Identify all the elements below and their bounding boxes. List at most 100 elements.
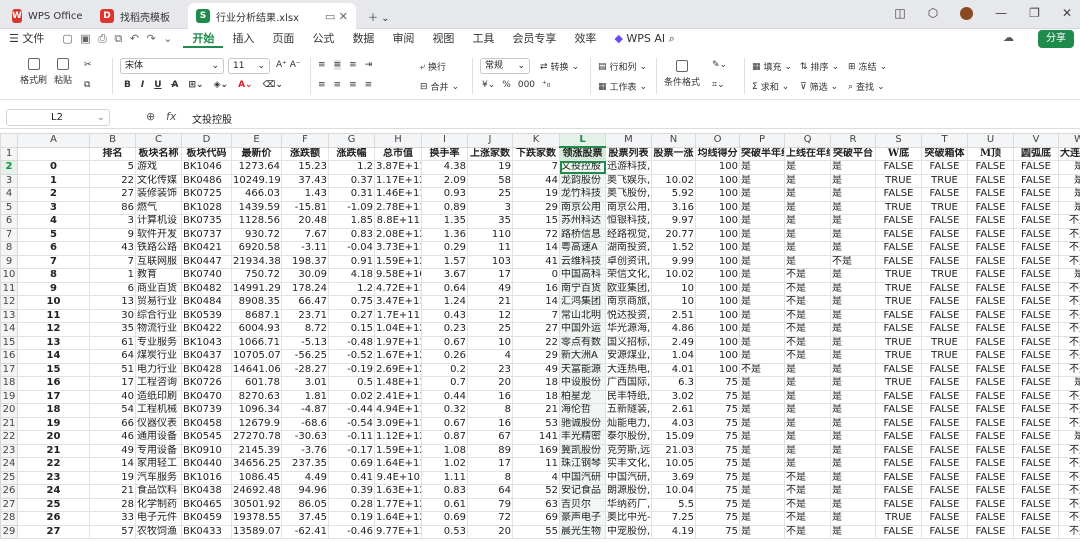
menu-efficiency[interactable]: 效率 [565, 29, 605, 48]
table-cell[interactable]: 466.03 [231, 187, 282, 202]
table-cell[interactable]: 南京公用, [605, 200, 652, 215]
table-cell[interactable]: 不是 [1058, 308, 1080, 323]
number-format-group[interactable]: ¥⌄% 000 ⁺₀ [482, 80, 550, 90]
table-cell[interactable]: 1439.59 [231, 200, 282, 215]
cell-icon[interactable]: ⌗⌄ [712, 80, 725, 90]
table-cell[interactable]: 3.09E+11 [374, 416, 422, 431]
table-cell[interactable]: 0.64 [421, 281, 468, 296]
filter-button[interactable]: ⊽ 筛选 ⌄ [800, 80, 838, 94]
table-cell[interactable]: 79 [467, 497, 513, 512]
table-cell[interactable]: 3.73E+11 [374, 241, 422, 256]
table-cell[interactable]: FALSE [875, 362, 922, 377]
table-cell[interactable]: 泰尔股份, [605, 430, 652, 445]
table-cell[interactable]: 72 [512, 227, 560, 242]
table-cell[interactable]: TRUE [875, 173, 922, 188]
table-header-cell[interactable]: 换手率 [421, 146, 468, 161]
table-cell[interactable]: 2.51 [651, 308, 696, 323]
table-cell[interactable]: 是 [784, 443, 831, 458]
table-cell[interactable]: FALSE [875, 227, 922, 242]
table-cell[interactable]: 52 [512, 484, 560, 499]
table-cell[interactable]: 3.16 [651, 200, 696, 215]
table-cell[interactable]: 100 [695, 362, 740, 377]
table-cell[interactable]: 4 [467, 349, 513, 364]
table-cell[interactable]: 25 [17, 497, 90, 512]
table-cell[interactable]: 不是 [830, 254, 876, 269]
table-cell[interactable]: BK0440 [181, 457, 232, 472]
table-cell[interactable]: 0.83 [421, 484, 468, 499]
table-cell[interactable]: 25 [467, 322, 513, 337]
table-cell[interactable]: 驰诚股份 [559, 416, 606, 431]
table-cell[interactable]: 1.12E+12 [374, 430, 422, 445]
table-cell[interactable]: TRUE [875, 376, 922, 391]
table-cell[interactable]: 1.97E+11 [374, 335, 422, 350]
table-cell[interactable]: BK0459 [181, 511, 232, 526]
table-cell[interactable]: 0.67 [421, 416, 468, 431]
table-cell[interactable]: 7 [512, 160, 560, 175]
table-cell[interactable]: 67 [467, 430, 513, 445]
table-cell[interactable]: 奥飞股份, [605, 187, 652, 202]
table-cell[interactable]: 16 [467, 389, 513, 404]
table-cell[interactable]: 是 [784, 389, 831, 404]
row-header[interactable]: 15 [0, 335, 18, 350]
table-cell[interactable]: 吉贝尔 [559, 497, 606, 512]
table-cell[interactable]: 0.2 [421, 362, 468, 377]
table-cell[interactable]: 0.87 [421, 430, 468, 445]
table-header-cell[interactable]: 上涨家数 [467, 146, 513, 161]
table-cell[interactable]: 9.58E+10 [374, 268, 422, 283]
table-cell[interactable]: 9 [17, 281, 90, 296]
table-cell[interactable]: TRUE [875, 349, 922, 364]
table-cell[interactable]: 22 [512, 335, 560, 350]
table-cell[interactable]: 是 [739, 160, 785, 175]
table-cell[interactable]: 54 [89, 403, 136, 418]
table-header-cell[interactable]: 股票列表 [605, 146, 652, 161]
table-cell[interactable]: BK0735 [181, 214, 232, 229]
table-header-cell[interactable]: 圆弧底 [1013, 146, 1059, 161]
minimize-icon[interactable]: — [995, 6, 1007, 20]
table-cell[interactable]: 14 [89, 457, 136, 472]
table-cell[interactable]: BK0422 [181, 322, 232, 337]
table-cell[interactable]: 4.86 [651, 322, 696, 337]
menu-tools[interactable]: 工具 [463, 29, 503, 48]
table-cell[interactable]: FALSE [921, 443, 968, 458]
row-header[interactable]: 4 [0, 187, 18, 202]
menu-member[interactable]: 会员专享 [503, 29, 565, 48]
table-cell[interactable]: 10 [651, 281, 696, 296]
table-cell[interactable]: 不是 [1058, 457, 1080, 472]
table-cell[interactable]: 经路视觉, [605, 227, 652, 242]
table-cell[interactable]: 是 [784, 430, 831, 445]
align-bottom-icon[interactable]: ≡ [349, 60, 357, 70]
table-cell[interactable]: -3.76 [281, 443, 329, 458]
table-cell[interactable]: FALSE [921, 214, 968, 229]
table-cell[interactable]: BK0447 [181, 254, 232, 269]
table-cell[interactable]: 2.08E+12 [374, 227, 422, 242]
table-cell[interactable]: 是 [830, 268, 876, 283]
table-cell[interactable]: 0.28 [328, 497, 375, 512]
table-cell[interactable]: 237.35 [281, 457, 329, 472]
table-cell[interactable]: FALSE [1013, 430, 1059, 445]
table-cell[interactable]: 南京商旅, [605, 295, 652, 310]
row-header[interactable]: 11 [0, 281, 18, 296]
table-cell[interactable]: 11 [512, 457, 560, 472]
table-cell[interactable]: 7 [17, 254, 90, 269]
row-header[interactable]: 16 [0, 349, 18, 364]
table-cell[interactable]: 是 [784, 214, 831, 229]
table-cell[interactable]: 是 [784, 160, 831, 175]
row-header[interactable]: 23 [0, 443, 18, 458]
table-cell[interactable]: 1.52 [651, 241, 696, 256]
table-cell[interactable]: 1.67E+12 [374, 349, 422, 364]
menu-view[interactable]: 视图 [423, 29, 463, 48]
table-cell[interactable]: 是 [1058, 200, 1080, 215]
row-header[interactable]: 21 [0, 416, 18, 431]
table-cell[interactable]: FALSE [875, 403, 922, 418]
table-cell[interactable]: FALSE [1013, 403, 1059, 418]
table-cell[interactable]: 6004.93 [231, 322, 282, 337]
table-cell[interactable]: 9 [89, 227, 136, 242]
table-cell[interactable]: FALSE [967, 227, 1014, 242]
table-cell[interactable]: 是 [739, 497, 785, 512]
table-cell[interactable]: 86.05 [281, 497, 329, 512]
table-cell[interactable]: 悦达投资, [605, 308, 652, 323]
table-cell[interactable]: FALSE [875, 497, 922, 512]
table-cell[interactable]: 1096.34 [231, 403, 282, 418]
table-cell[interactable]: 不是 [1058, 281, 1080, 296]
table-cell[interactable]: 75 [695, 376, 740, 391]
